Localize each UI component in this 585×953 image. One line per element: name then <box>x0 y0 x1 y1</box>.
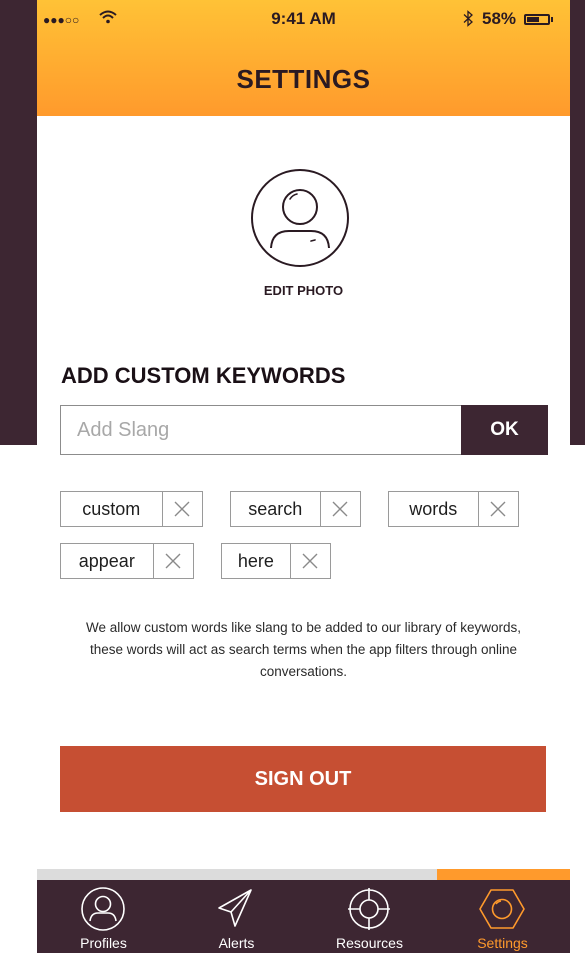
crosshair-icon <box>348 888 390 930</box>
chip-label: appear <box>78 550 135 571</box>
close-icon[interactable] <box>319 492 360 526</box>
keywords-title: ADD CUSTOM KEYWORDS <box>61 363 346 388</box>
close-icon[interactable] <box>161 492 202 526</box>
tab-alerts[interactable]: Alerts <box>170 880 303 953</box>
header: ●●●○○ 9:41 AM 58% SETTINGS <box>37 0 570 116</box>
hexagon-icon <box>479 889 525 929</box>
tab-bar: Profiles Alerts Resources Settings <box>37 880 570 953</box>
tab-settings[interactable]: Settings <box>436 880 569 953</box>
keywords-description: We allow custom words like slang to be a… <box>86 620 521 679</box>
page-title: SETTINGS <box>236 64 371 94</box>
tab-profiles[interactable]: Profiles <box>37 880 170 953</box>
battery-percent: 58% <box>482 9 517 28</box>
tab-label: Resources <box>336 935 403 951</box>
chip-label: words <box>409 498 458 519</box>
keyword-input-row: OK <box>60 405 548 455</box>
tab-label: Alerts <box>218 935 255 951</box>
keyword-chip: here <box>221 543 331 579</box>
paper-plane-icon <box>218 889 252 927</box>
close-icon[interactable] <box>289 544 330 578</box>
battery-icon <box>524 14 550 25</box>
battery-tip <box>551 17 553 22</box>
chip-label: custom <box>82 498 141 519</box>
keyword-chip: search <box>230 491 361 527</box>
slang-input[interactable] <box>60 405 461 455</box>
chip-label: search <box>248 498 303 519</box>
tab-resources[interactable]: Resources <box>303 880 436 953</box>
user-avatar-icon[interactable] <box>250 168 350 268</box>
tab-label: Settings <box>477 935 528 951</box>
sign-out-button[interactable]: SIGN OUT <box>60 746 546 812</box>
close-icon[interactable] <box>152 544 193 578</box>
phone-screen: ●●●○○ 9:41 AM 58% SETTINGS EDIT PHOTO AD… <box>37 0 570 953</box>
tab-label: Profiles <box>80 935 127 951</box>
close-icon[interactable] <box>477 492 518 526</box>
profile-icon <box>81 887 125 931</box>
status-bar: ●●●○○ 9:41 AM 58% <box>37 9 570 31</box>
keyword-chip: custom <box>60 491 203 527</box>
chip-label: here <box>237 550 274 571</box>
keyword-chip: appear <box>60 543 194 579</box>
ok-button[interactable]: OK <box>461 405 548 455</box>
keyword-chip: words <box>388 491 519 527</box>
edit-photo-link[interactable]: EDIT PHOTO <box>37 283 570 298</box>
bluetooth-icon <box>462 10 474 31</box>
